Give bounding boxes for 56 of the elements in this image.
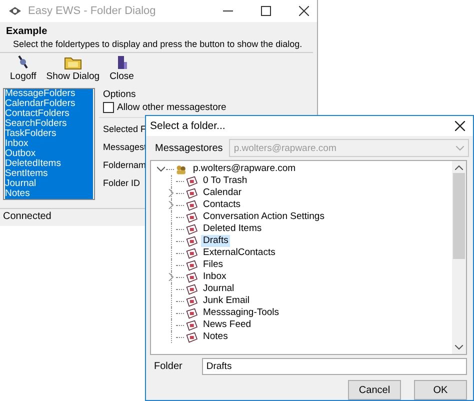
tree-item[interactable]: Contacts xyxy=(201,199,242,211)
tree-item[interactable]: Calendar xyxy=(201,187,244,199)
tree-item[interactable]: p.wolters@rapware.com xyxy=(191,163,298,175)
list-item[interactable]: MessageFolders xyxy=(5,89,93,99)
toolbar-button[interactable]: Show Dialog xyxy=(42,54,104,85)
toolbar-button[interactable]: Close xyxy=(106,54,138,85)
list-item[interactable]: CalendarFolders xyxy=(5,99,93,109)
collapse-icon[interactable] xyxy=(157,165,165,173)
expand-icon[interactable] xyxy=(167,201,175,209)
description-text: Select the foldertypes to display and press the button to show the dialog. xyxy=(0,39,313,53)
field-label: Folder xyxy=(154,361,182,372)
field-label: Folder ID xyxy=(103,178,140,189)
scroll-up-icon[interactable] xyxy=(455,165,463,170)
tree-item[interactable]: Notes xyxy=(201,331,230,343)
close-icon[interactable] xyxy=(455,121,465,131)
tree-item[interactable]: ExternalContacts xyxy=(201,247,278,259)
tree-item[interactable]: 0 To Trash xyxy=(201,175,250,187)
field-label: Messagestores xyxy=(155,142,223,154)
toolbar-button[interactable]: Logoff xyxy=(6,54,40,85)
tree-item[interactable]: Files xyxy=(201,259,226,271)
app-icon xyxy=(8,6,22,16)
list-item[interactable]: Inbox xyxy=(5,139,93,149)
expand-icon[interactable] xyxy=(167,273,175,281)
close-icon[interactable] xyxy=(299,6,309,16)
list-item[interactable]: SentItems xyxy=(5,169,93,179)
expand-icon[interactable] xyxy=(167,189,175,197)
list-item[interactable]: Journal xyxy=(5,179,93,189)
list-item[interactable]: ContactFolders xyxy=(5,109,93,119)
section-heading: Example xyxy=(5,25,48,39)
tree-item[interactable]: News Feed xyxy=(201,319,254,331)
plug-icon xyxy=(16,54,30,70)
scrollbar[interactable] xyxy=(452,161,466,354)
tree-item[interactable]: Messsaging-Tools xyxy=(201,307,282,319)
tree-item[interactable]: Deleted Items xyxy=(201,223,264,235)
list-item[interactable]: TaskFolders xyxy=(5,129,93,139)
checkbox[interactable] xyxy=(103,102,114,113)
field-label: Messagest xyxy=(103,142,147,153)
tree-item[interactable]: Journal xyxy=(201,283,236,295)
group-title: Options xyxy=(103,89,136,100)
mailbox-icon xyxy=(175,164,188,174)
tree-item[interactable]: Drafts xyxy=(201,235,230,247)
list-item[interactable]: Outbox xyxy=(5,149,93,159)
tree-item[interactable]: Junk Email xyxy=(201,295,252,307)
list-item[interactable]: Notes xyxy=(5,189,93,199)
scroll-down-icon[interactable] xyxy=(455,345,463,350)
folder-input[interactable]: Drafts xyxy=(202,358,467,375)
field-label: Foldernam xyxy=(103,160,146,171)
tree-item[interactable]: Inbox xyxy=(201,271,228,283)
checkbox-label: Allow other messagestore xyxy=(117,102,226,113)
window-title: Easy EWS - Folder Dialog xyxy=(28,5,156,17)
dialog-button[interactable]: Cancel xyxy=(348,380,401,400)
dialog-button[interactable]: OK xyxy=(414,380,467,400)
list-item[interactable]: DeletedItems xyxy=(5,159,93,169)
dialog-title: Select a folder... xyxy=(150,120,226,132)
list-item[interactable]: SearchFolders xyxy=(5,119,93,129)
maximize-icon[interactable] xyxy=(261,6,271,16)
